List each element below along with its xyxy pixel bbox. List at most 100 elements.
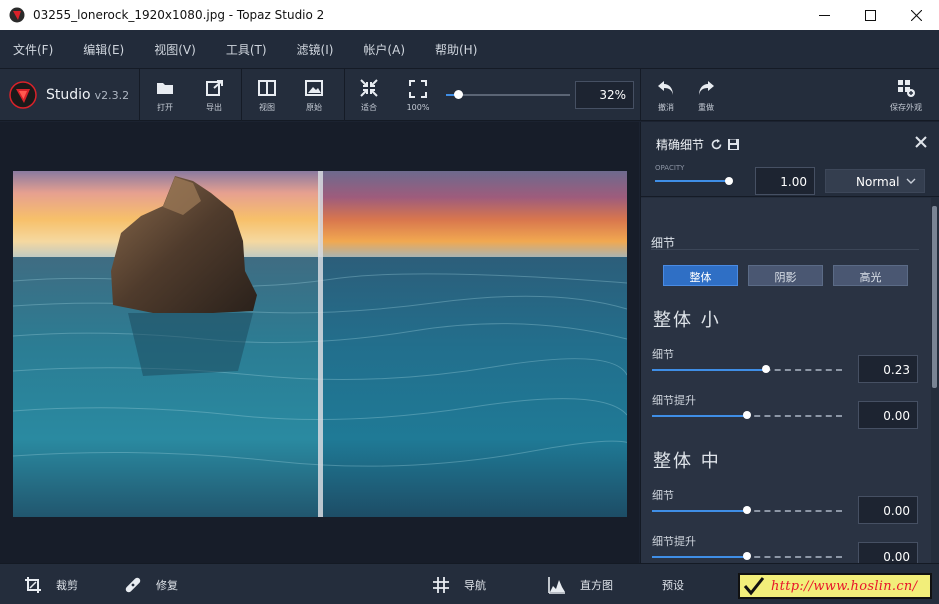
brand-name: Studio (46, 87, 91, 103)
zoom-value[interactable]: 32% (575, 81, 634, 109)
window-title: 03255_lonerock_1920x1080.jpg - Topaz Stu… (33, 8, 325, 22)
toolbar-separator (344, 69, 345, 121)
toolbar-separator (640, 69, 641, 121)
fullscreen-icon (409, 79, 427, 98)
detail-boost-medium-value[interactable]: 0.00 (858, 542, 918, 563)
detail-small-slider[interactable] (652, 365, 842, 373)
opacity-slider[interactable] (655, 177, 733, 185)
image-canvas[interactable] (0, 122, 639, 563)
menu-edit[interactable]: 编辑(E) (83, 41, 124, 58)
fit-button[interactable]: 适合 (346, 69, 392, 121)
detail-boost-small-slider[interactable] (652, 411, 842, 419)
grid-icon (433, 576, 449, 593)
slider-handle[interactable] (743, 411, 751, 419)
detail-medium-value[interactable]: 0.00 (858, 496, 918, 524)
tab-shadows[interactable]: 阴影 (748, 265, 823, 286)
zoom-slider[interactable] (446, 90, 570, 99)
opacity-slider-handle[interactable] (725, 177, 733, 185)
view-label: 视图 (259, 102, 275, 112)
tab-highlights[interactable]: 高光 (833, 265, 908, 286)
title-bar: 03255_lonerock_1920x1080.jpg - Topaz Stu… (0, 0, 939, 30)
topaz-logo-icon (9, 81, 37, 109)
panel-body: 细节 整体 阴影 高光 整体 小 细节 0.23 细节提升 0.00 整体 中 … (641, 198, 931, 563)
zoom-slider-handle[interactable] (454, 90, 463, 99)
tab-overall[interactable]: 整体 (663, 265, 738, 286)
detail-medium-label: 细节 (652, 489, 674, 502)
toolbar-separator (241, 69, 242, 121)
slider-handle[interactable] (743, 552, 751, 560)
group-heading-medium: 整体 中 (653, 451, 721, 472)
save-look-button[interactable]: 保存外观 (880, 69, 932, 121)
adjustment-panel: 精确细节 OPACITY 1.00 Normal 细节 整体 阴影 高光 整体 … (640, 122, 939, 563)
open-button[interactable]: 打开 (142, 69, 188, 121)
crop-button[interactable]: 裁剪 (24, 564, 78, 604)
panel-title-row: 精确细节 (656, 136, 740, 153)
close-panel-icon[interactable] (914, 135, 928, 149)
compare-divider[interactable] (318, 171, 323, 517)
close-icon (910, 9, 922, 21)
presets-label: 预设 (662, 578, 684, 592)
folder-icon (157, 82, 173, 94)
view-button[interactable]: 视图 (244, 69, 290, 121)
group-heading-small: 整体 小 (653, 310, 721, 331)
open-label: 打开 (157, 102, 173, 112)
close-window-button[interactable] (893, 0, 939, 30)
presets-button[interactable]: 预设 (662, 564, 684, 604)
save-preset-icon[interactable] (727, 138, 740, 151)
opacity-value[interactable]: 1.00 (755, 167, 815, 195)
blend-mode-select[interactable]: Normal (825, 169, 925, 193)
redo-label: 重做 (698, 102, 714, 112)
opacity-label: OPACITY (655, 164, 685, 172)
blend-mode-value: Normal (856, 175, 900, 189)
zoom-100-label: 100% (406, 102, 430, 112)
maximize-icon (864, 9, 876, 21)
minimize-button[interactable] (801, 0, 847, 30)
panel-scrollbar[interactable] (932, 206, 937, 388)
split-view-icon (258, 79, 276, 96)
histogram-icon (548, 576, 565, 594)
menu-file[interactable]: 文件(F) (13, 41, 53, 58)
redo-button[interactable]: 重做 (683, 69, 729, 121)
detail-medium-slider[interactable] (652, 506, 842, 514)
crop-label: 裁剪 (56, 578, 78, 592)
save-look-label: 保存外观 (890, 102, 922, 112)
menu-bar: 文件(F) 编辑(E) 视图(V) 工具(T) 滤镜(I) 帐户(A) 帮助(H… (0, 30, 939, 69)
menu-account[interactable]: 帐户(A) (363, 41, 405, 58)
menu-view[interactable]: 视图(V) (154, 41, 196, 58)
histogram-button[interactable]: 直方图 (548, 564, 613, 604)
navigate-button[interactable]: 导航 (432, 564, 486, 604)
slider-fill (652, 415, 747, 417)
slider-handle[interactable] (743, 506, 751, 514)
crop-icon (25, 576, 41, 593)
export-label: 导出 (206, 102, 222, 112)
menu-tools[interactable]: 工具(T) (226, 41, 267, 58)
original-button[interactable]: 原始 (291, 69, 337, 121)
section-divider (651, 249, 919, 250)
checkmark-icon (743, 577, 765, 596)
slider-fill (652, 369, 766, 371)
export-button[interactable]: 导出 (191, 69, 237, 121)
original-label: 原始 (306, 102, 322, 112)
detail-boost-medium-slider[interactable] (652, 552, 842, 560)
detail-boost-small-value[interactable]: 0.00 (858, 401, 918, 429)
histogram-label: 直方图 (580, 578, 613, 592)
detail-small-value[interactable]: 0.23 (858, 355, 918, 383)
slider-fill (652, 510, 747, 512)
brand-version: v2.3.2 (94, 88, 130, 102)
reset-icon[interactable] (710, 138, 723, 151)
repair-label: 修复 (156, 578, 178, 592)
menu-help[interactable]: 帮助(H) (435, 41, 477, 58)
slider-handle[interactable] (762, 365, 770, 373)
zoom-100-button[interactable]: 100% (395, 69, 441, 121)
export-icon (206, 79, 223, 96)
maximize-button[interactable] (847, 0, 893, 30)
repair-button[interactable]: 修复 (124, 564, 178, 604)
menu-filters[interactable]: 滤镜(I) (297, 41, 334, 58)
navigate-label: 导航 (464, 578, 486, 592)
image-icon (305, 79, 323, 96)
save-look-icon (898, 79, 915, 97)
detail-boost-small-label: 细节提升 (652, 394, 696, 407)
panel-header: 精确细节 OPACITY 1.00 Normal (641, 122, 939, 197)
photo-preview[interactable] (13, 171, 627, 517)
fit-label: 适合 (361, 102, 377, 112)
